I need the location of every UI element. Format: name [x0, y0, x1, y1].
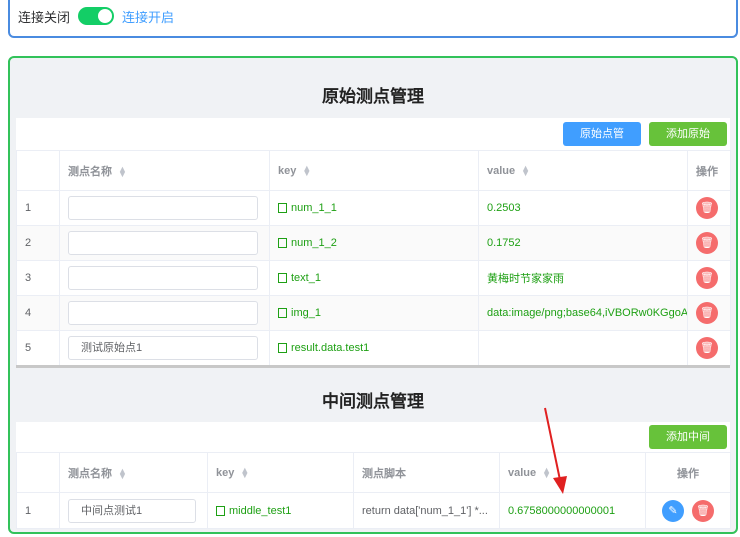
value-text: 0.1752 — [478, 225, 688, 261]
sort-icon[interactable]: ▲ ▼ — [118, 466, 127, 480]
key-text: middle_test1 — [229, 504, 292, 517]
value-text: 黄梅时节家家雨 — [478, 260, 688, 296]
row-index: 3 — [16, 260, 60, 296]
delete-icon[interactable]: 🗑 — [696, 267, 718, 289]
name-input[interactable] — [68, 301, 258, 325]
table-row: 4 img_1 data:image/png;base64,iVBORw0KGg… — [16, 295, 731, 331]
row-index: 1 — [16, 492, 60, 529]
delete-icon[interactable]: 🗑 — [696, 302, 718, 324]
delete-icon[interactable]: 🗑 — [696, 197, 718, 219]
table-header-row: 测点名称 ▲ ▼ key ▲ ▼ 测点脚本 value ▲ ▼ 操作 — [16, 452, 731, 493]
value-text: 0.6758000000000001 — [499, 492, 646, 529]
copy-icon[interactable] — [216, 505, 225, 516]
middle-toolbar: 添加中间点 — [16, 422, 730, 467]
key-text: result.data.test1 — [291, 342, 370, 354]
value-text — [478, 330, 688, 366]
original-table: 测点名称 ▲ ▼ key ▲ ▼ value ▲ ▼ 操作 1 num_1_1 0.2503… — [16, 150, 731, 366]
original-toolbar: 原始点管理 添加原始点 — [16, 118, 730, 164]
original-manage-button[interactable]: 原始点管理 — [563, 122, 641, 164]
section-divider — [16, 365, 730, 368]
edit-icon[interactable]: ✎ — [662, 499, 684, 522]
connection-toggle[interactable] — [78, 7, 115, 25]
sort-icon[interactable]: ▲ ▼ — [521, 163, 530, 177]
value-text: data:image/png;base64,iVBORw0KGgoAAAAN — [478, 295, 688, 331]
table-row: 3 text_1 黄梅时节家家雨 🗑 — [16, 260, 731, 296]
connection-on-label: 连接开启 — [122, 9, 175, 25]
row-index: 5 — [16, 330, 60, 366]
delete-icon[interactable]: 🗑 — [696, 337, 718, 359]
col-header-key[interactable]: key ▲ ▼ — [207, 452, 354, 493]
copy-icon[interactable] — [278, 343, 287, 354]
name-input[interactable]: 测试原始点1 — [68, 336, 258, 360]
copy-icon[interactable] — [278, 308, 287, 319]
delete-icon[interactable]: 🗑 — [692, 499, 714, 522]
name-input[interactable] — [68, 231, 258, 255]
copy-icon[interactable] — [278, 273, 287, 284]
name-input[interactable]: 中间点测试1 — [68, 498, 196, 523]
row-index: 4 — [16, 295, 60, 331]
col-header-value[interactable]: value ▲ ▼ — [499, 452, 646, 493]
connection-bar: 连接关闭 连接开启 — [8, 0, 738, 38]
key-text: num_1_1 — [291, 202, 337, 214]
row-index: 2 — [16, 225, 60, 261]
copy-icon[interactable] — [278, 203, 287, 214]
table-row: 1 中间点测试1 middle_test1 return data['num_1… — [16, 492, 731, 529]
copy-icon[interactable] — [278, 238, 287, 249]
script-text: return data['num_1_1'] *... — [353, 492, 500, 529]
value-text: 0.2503 — [478, 190, 688, 226]
key-text: num_1_2 — [291, 237, 337, 249]
table-row: 1 num_1_1 0.2503 🗑 — [16, 190, 731, 226]
name-input[interactable] — [68, 196, 258, 220]
original-section-title: 原始测点管理 — [322, 87, 424, 106]
key-text: img_1 — [291, 307, 321, 319]
add-original-button[interactable]: 添加原始点 — [649, 122, 727, 164]
col-header-ops: 操作 — [687, 150, 731, 191]
add-middle-button[interactable]: 添加中间点 — [649, 425, 727, 467]
col-header-name[interactable]: 测点名称 ▲ ▼ — [59, 452, 208, 493]
col-header-script: 测点脚本 — [353, 452, 500, 493]
table-header-row: 测点名称 ▲ ▼ key ▲ ▼ value ▲ ▼ 操作 — [16, 150, 731, 191]
col-header-key[interactable]: key ▲ ▼ — [269, 150, 479, 191]
middle-table: 测点名称 ▲ ▼ key ▲ ▼ 测点脚本 value ▲ ▼ 操作 1 中间点测试1 mi… — [16, 452, 731, 529]
middle-section-title: 中间测点管理 — [322, 392, 424, 411]
key-text: text_1 — [291, 272, 321, 284]
col-header-name[interactable]: 测点名称 ▲ ▼ — [59, 150, 270, 191]
sort-icon[interactable]: ▲ ▼ — [118, 164, 127, 178]
col-header-ops: 操作 — [645, 452, 731, 493]
name-input[interactable] — [68, 266, 258, 290]
col-header-value[interactable]: value ▲ ▼ — [478, 150, 688, 191]
sort-icon[interactable]: ▲ ▼ — [240, 465, 249, 479]
delete-icon[interactable]: 🗑 — [696, 232, 718, 254]
measurement-panel: 原始测点管理 原始点管理 添加原始点 测点名称▲▼ key▲▼ value▲▼ … — [8, 56, 738, 534]
sort-icon[interactable]: ▲ ▼ — [302, 163, 311, 177]
table-row: 2 num_1_2 0.1752 🗑 — [16, 225, 731, 261]
sort-icon[interactable]: ▲ ▼ — [542, 465, 551, 479]
connection-off-label: 连接关闭 — [18, 9, 71, 25]
row-index: 1 — [16, 190, 60, 226]
table-row: 5 测试原始点1 result.data.test1 🗑 — [16, 330, 731, 366]
